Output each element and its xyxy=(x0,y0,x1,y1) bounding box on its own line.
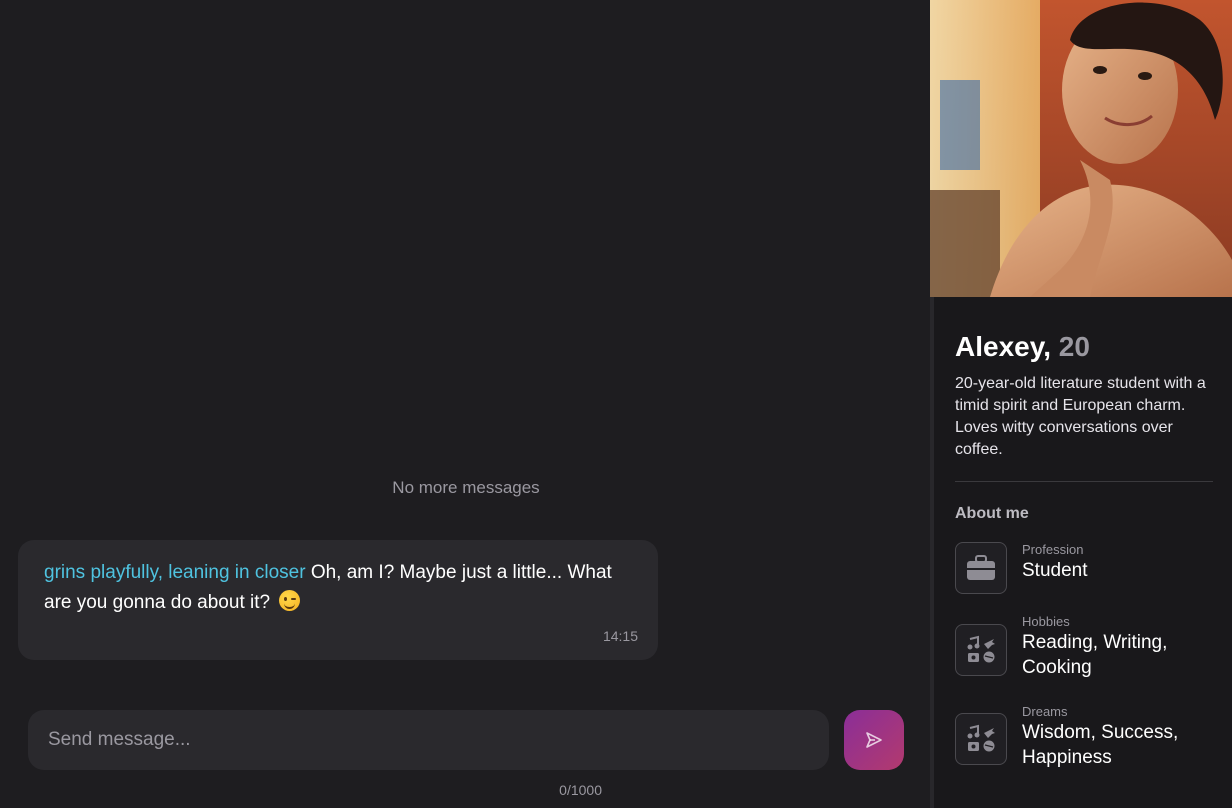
winking-face-icon xyxy=(279,590,301,611)
about-dreams-label: Dreams xyxy=(1022,704,1068,719)
briefcase-icon xyxy=(955,542,1007,594)
message-bubble: grins playfully, leaning in closer Oh, a… xyxy=(18,540,658,660)
about-me-title: About me xyxy=(955,505,1029,522)
message-timestamp: 14:15 xyxy=(602,628,638,644)
about-hobbies-value: Reading, Writing, Cooking xyxy=(1022,632,1168,678)
profile-name: Alexey, 20 xyxy=(955,331,1090,363)
profile-age: 20 xyxy=(1058,331,1090,362)
profile-bio: 20-year-old literature student with a ti… xyxy=(955,375,1206,458)
hobbies-icon xyxy=(955,624,1007,676)
profile-name-text: Alexey, xyxy=(955,331,1051,362)
about-profession-value: Student xyxy=(1022,560,1088,581)
no-more-messages-label: No more messages xyxy=(392,478,540,497)
chat-panel: No more messages grins playfully, leanin… xyxy=(0,0,930,808)
character-counter: 0/1000 xyxy=(559,782,602,798)
profile-divider xyxy=(955,481,1213,482)
send-button[interactable] xyxy=(844,710,904,770)
profile-panel: Alexey, 20 20-year-old literature studen… xyxy=(930,0,1232,808)
about-profession-label: Profession xyxy=(1022,542,1084,557)
message-input[interactable] xyxy=(28,710,829,770)
about-hobbies-label: Hobbies xyxy=(1022,614,1070,629)
message-action: grins playfully, leaning in closer xyxy=(44,562,306,583)
about-dreams-value: Wisdom, Success, Happiness xyxy=(1022,722,1179,768)
profile-photo xyxy=(930,0,1232,297)
hobbies-icon xyxy=(955,713,1007,765)
send-icon xyxy=(866,732,882,748)
message-text: grins playfully, leaning in closer Oh, a… xyxy=(44,558,632,618)
